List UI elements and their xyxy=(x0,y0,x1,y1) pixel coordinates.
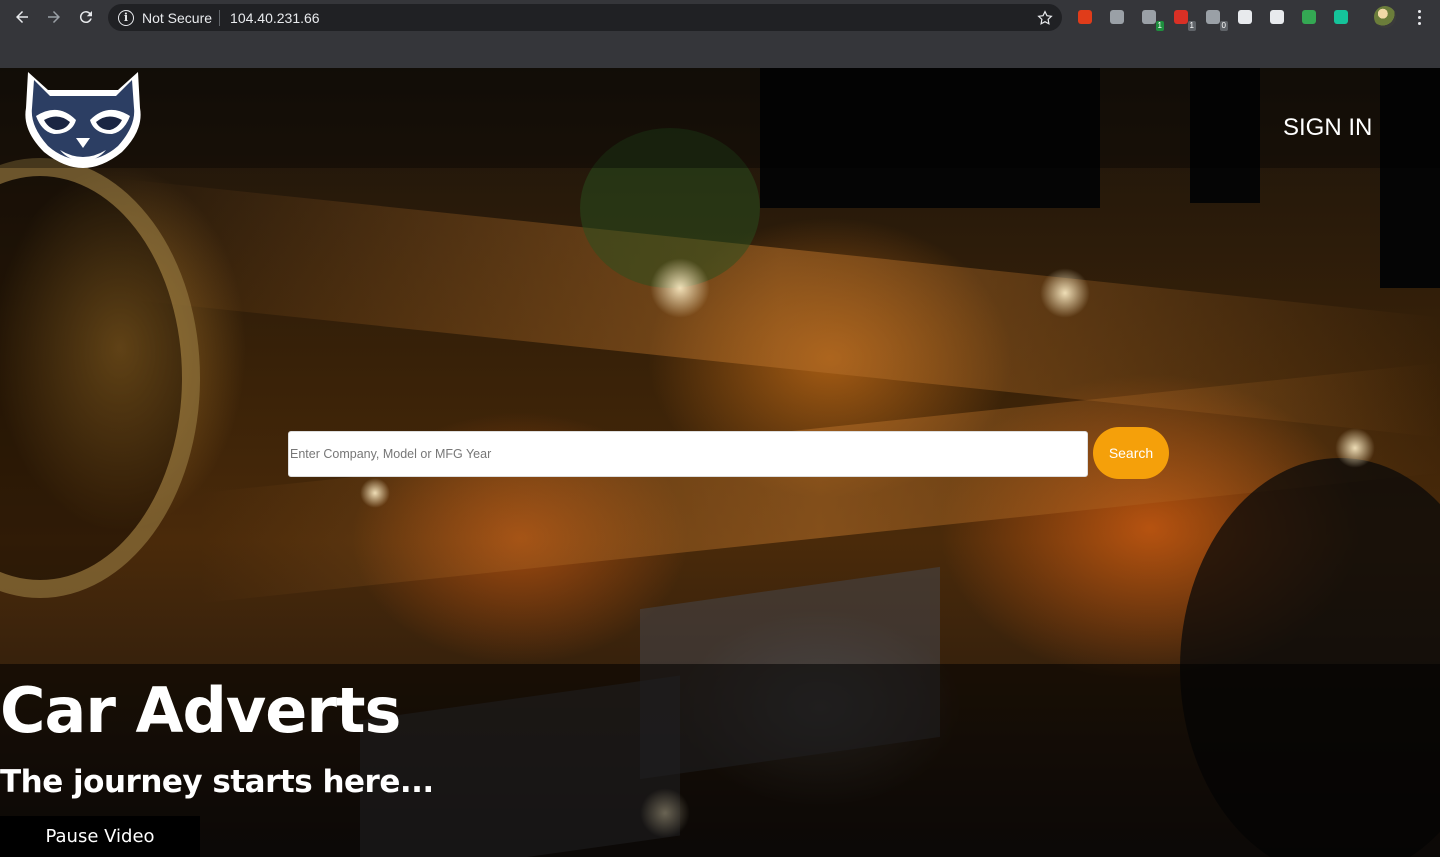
site-header xyxy=(0,68,1440,168)
extension-icon-4[interactable] xyxy=(1234,6,1256,28)
forward-arrow-icon xyxy=(48,11,60,23)
extension-icon-6[interactable] xyxy=(1298,6,1320,28)
street-light xyxy=(360,478,390,508)
back-arrow-icon xyxy=(16,11,28,23)
extension-icon-6-glyph xyxy=(1302,10,1316,24)
page-background-video: SIGN IN Search Car Adverts The journey s… xyxy=(0,68,1440,857)
search-button[interactable]: Search xyxy=(1093,427,1169,479)
extension-badge: 0 xyxy=(1219,21,1228,31)
url-text[interactable]: 104.40.231.66 xyxy=(230,10,320,26)
camera-icon-glyph xyxy=(1110,10,1124,24)
address-bar[interactable]: i Not Secure 104.40.231.66 xyxy=(108,4,1062,31)
extension-badge: 1 xyxy=(1155,21,1164,31)
office-icon-glyph xyxy=(1078,10,1092,24)
info-icon[interactable]: i xyxy=(118,9,134,26)
extension-icon-1-glyph xyxy=(1142,10,1156,24)
extension-icon-5-glyph xyxy=(1270,10,1284,24)
reload-icon xyxy=(79,11,92,24)
extension-icon-4-glyph xyxy=(1238,10,1252,24)
browser-menu-icon[interactable] xyxy=(1410,6,1428,28)
sign-in-link[interactable]: SIGN IN xyxy=(1283,114,1372,142)
extension-icon-1[interactable]: 1 xyxy=(1138,6,1164,31)
search-input[interactable] xyxy=(288,431,1088,477)
extension-badge: 1 xyxy=(1187,21,1196,31)
street-light xyxy=(1040,268,1090,318)
security-status: Not Secure xyxy=(142,9,213,26)
street-light xyxy=(650,258,710,318)
camera-icon[interactable] xyxy=(1106,6,1128,28)
grammarly-icon-glyph xyxy=(1334,10,1348,24)
reload-button[interactable] xyxy=(70,1,102,33)
back-button[interactable] xyxy=(6,1,38,33)
bookmark-star-icon[interactable] xyxy=(1036,9,1054,27)
hero-title: Car Adverts xyxy=(0,674,401,747)
office-icon[interactable] xyxy=(1074,6,1096,28)
street-light xyxy=(1335,428,1375,468)
address-separator xyxy=(219,9,221,26)
browser-chrome: i Not Secure 104.40.231.66 1 1 0 xyxy=(0,0,1440,68)
extension-icon-2[interactable]: 1 xyxy=(1170,6,1196,31)
extension-icon-3-glyph xyxy=(1206,10,1220,24)
extensions-bar: 1 1 0 xyxy=(1074,6,1362,31)
profile-avatar[interactable] xyxy=(1374,6,1396,28)
extension-icon-5[interactable] xyxy=(1266,6,1288,28)
pause-video-button[interactable]: Pause Video xyxy=(0,816,200,857)
extension-icon-3[interactable]: 0 xyxy=(1202,6,1228,31)
raccoon-logo[interactable] xyxy=(18,68,148,168)
hero-subtitle: The journey starts here... xyxy=(0,764,434,800)
extension-icon-2-glyph xyxy=(1174,10,1188,24)
forward-button[interactable] xyxy=(38,1,70,33)
grammarly-icon[interactable] xyxy=(1330,6,1352,28)
